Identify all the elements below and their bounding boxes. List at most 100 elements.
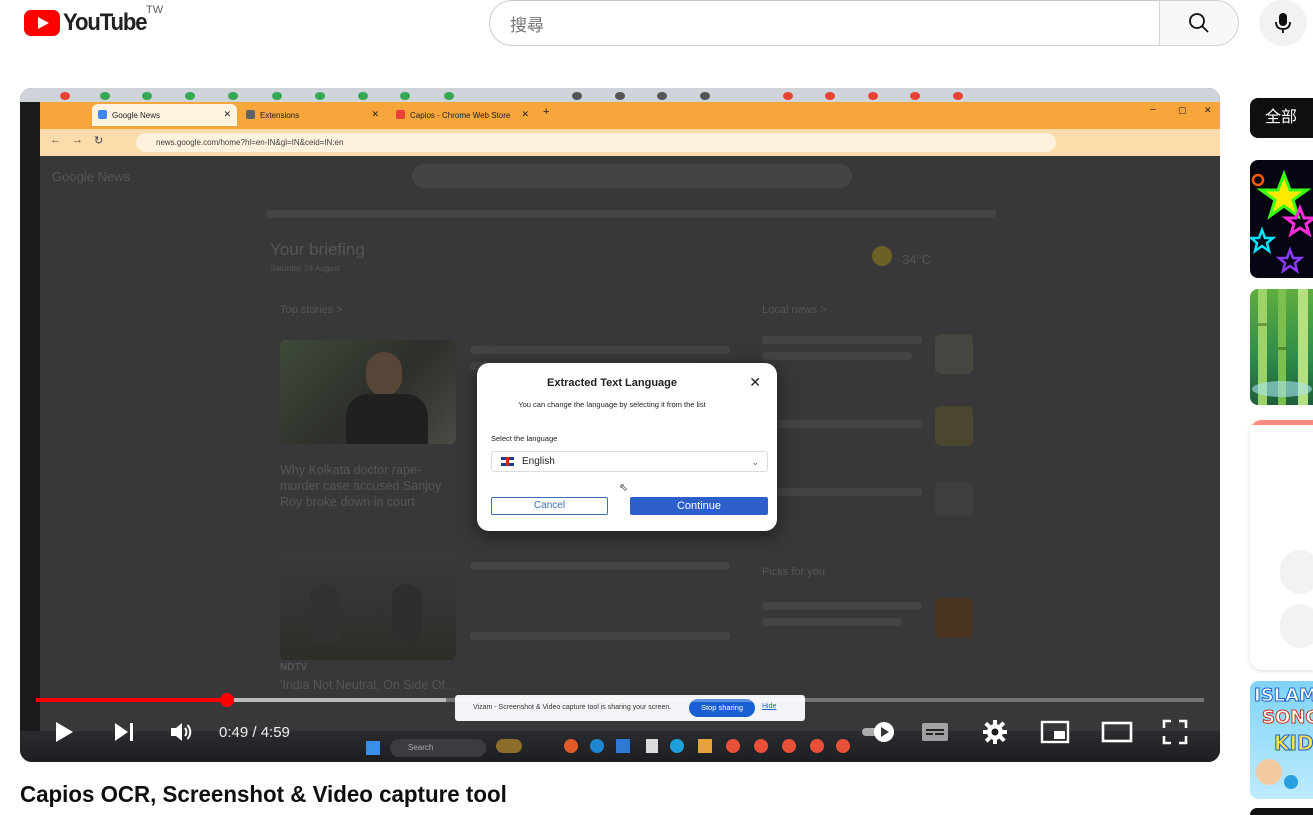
local-story-text xyxy=(762,336,922,344)
close-tab-icon: ✕ xyxy=(223,109,231,119)
youtube-play-logo-icon xyxy=(24,10,60,36)
mute-button[interactable] xyxy=(168,718,196,746)
chevron-down-icon: ⌄ xyxy=(751,457,759,467)
taskbar-chrome-icon xyxy=(836,739,850,753)
picks-heading: Picks for you xyxy=(762,566,825,578)
recommended-thumbnail[interactable] xyxy=(1250,160,1313,278)
mini-tab-icon xyxy=(142,92,152,100)
taskbar-app-icon xyxy=(670,739,684,753)
chrome-web-store-favicon xyxy=(396,110,405,119)
settings-button[interactable] xyxy=(980,718,1010,746)
thumb-title-line: KID xyxy=(1274,731,1313,756)
local-story-text xyxy=(762,420,922,428)
continue-button[interactable]: Continue xyxy=(630,497,768,515)
next-button[interactable] xyxy=(110,718,138,746)
recorded-tab-extensions: Extensions ✕ xyxy=(240,104,385,126)
back-icon: ← xyxy=(50,134,61,146)
news-image xyxy=(935,482,973,516)
search-button[interactable] xyxy=(1159,0,1239,46)
video-title: Capios OCR, Screenshot & Video capture t… xyxy=(20,781,507,807)
taskbar-chrome-icon xyxy=(782,739,796,753)
mini-tab-icon xyxy=(272,92,282,100)
taskbar-app-icon xyxy=(616,739,630,753)
theater-mode-button[interactable] xyxy=(1100,718,1134,746)
close-icon[interactable]: ✕ xyxy=(749,374,761,391)
dialog-title: Extracted Text Language xyxy=(547,377,677,389)
new-tab-icon: + xyxy=(543,106,550,118)
autoplay-toggle[interactable] xyxy=(860,718,900,746)
thumb-title-line: SONG xyxy=(1261,707,1313,729)
recommended-thumbnail-edge xyxy=(1250,808,1313,815)
taskbar-chrome-icon xyxy=(754,739,768,753)
news-image xyxy=(935,406,973,446)
mini-tab-icon xyxy=(700,92,710,100)
language-select[interactable]: English ⌄ xyxy=(491,451,768,472)
theater-mode-icon xyxy=(1101,721,1133,743)
recorded-omnibox: news.google.com/home?hl=en-IN&gl=IN&ceid… xyxy=(136,133,1056,152)
mouse-cursor-icon: ⇖ xyxy=(619,482,629,494)
taskbar-app-icon xyxy=(590,739,604,753)
bamboo-image xyxy=(1252,289,1312,405)
story-source: NDTV xyxy=(280,662,308,673)
taskbar-chrome-icon xyxy=(810,739,824,753)
hide-link[interactable]: Hide xyxy=(762,703,776,710)
info-icon xyxy=(1284,775,1298,789)
miniplayer-button[interactable] xyxy=(1040,718,1070,746)
weather-temp: 34°C xyxy=(902,252,932,267)
chip-all[interactable]: 全部 xyxy=(1250,98,1313,138)
pick-story-text xyxy=(762,618,902,626)
fullscreen-button[interactable] xyxy=(1160,718,1190,746)
card-button[interactable] xyxy=(1280,604,1313,648)
cancel-button[interactable]: Cancel xyxy=(491,497,608,515)
recommended-thumbnail[interactable] xyxy=(1250,289,1313,405)
scrubber-handle[interactable] xyxy=(220,693,234,707)
story-text-block xyxy=(470,562,730,570)
card-button[interactable] xyxy=(1280,550,1313,594)
google-news-logo: Google News xyxy=(52,169,131,184)
subtitles-icon xyxy=(922,723,948,741)
local-news-heading: Local news > xyxy=(762,304,827,316)
side-card xyxy=(1250,420,1313,670)
story-headline: 'India Not Neutral, On Side Of... xyxy=(280,678,456,692)
language-dialog: Extracted Text Language ✕ You can change… xyxy=(477,363,777,531)
subtitles-button[interactable] xyxy=(920,718,950,746)
mini-tab-icon xyxy=(358,92,368,100)
top-stories-heading: Top stories > xyxy=(280,304,343,316)
search-input[interactable]: 搜尋 xyxy=(489,0,1160,46)
taskbar-search-text: Search xyxy=(408,743,434,752)
pick-story-text xyxy=(762,602,922,610)
recommended-thumbnail[interactable]: ISLAM SONG KID xyxy=(1250,681,1313,799)
skip-next-icon xyxy=(115,723,133,741)
local-story-text xyxy=(762,352,912,360)
play-button[interactable] xyxy=(50,718,78,746)
uk-flag-icon xyxy=(501,457,514,466)
mini-tab-icon xyxy=(825,92,835,100)
progress-played xyxy=(36,698,227,702)
mini-tab-icon xyxy=(953,92,963,100)
news-image xyxy=(280,340,456,444)
share-message: Vizam - Screenshot & Video capture tool … xyxy=(473,704,672,711)
play-icon xyxy=(56,722,73,742)
mini-tab-icon xyxy=(615,92,625,100)
miniplayer-icon xyxy=(1040,720,1070,744)
youtube-logo[interactable]: YouTube TW xyxy=(24,4,163,38)
story-headline: Why Kolkata doctor rape-murder case accu… xyxy=(280,463,442,509)
windows-start-icon xyxy=(366,741,380,755)
story-text-block xyxy=(470,632,730,640)
briefing-title: Your briefing xyxy=(270,240,365,259)
mini-tab-icon xyxy=(315,92,325,100)
search-placeholder: 搜尋 xyxy=(510,15,544,35)
briefing-date: Saturday 24 August xyxy=(270,264,340,273)
taskbar-app-icon xyxy=(496,739,522,753)
card-accent-bar xyxy=(1250,420,1313,425)
mini-tab-icon xyxy=(657,92,667,100)
mini-tab-icon xyxy=(444,92,454,100)
recorded-tab-label: Capios - Chrome Web Store xyxy=(410,110,511,120)
news-image xyxy=(280,554,456,660)
video-player[interactable]: Google News ✕ Extensions ✕ Capios - Chro… xyxy=(20,88,1220,762)
maximize-icon: ▢ xyxy=(1178,105,1187,115)
taskbar-app-icon xyxy=(698,739,712,753)
autoplay-toggle-icon xyxy=(862,722,894,742)
voice-search-button[interactable] xyxy=(1259,0,1307,46)
microphone-icon xyxy=(1275,13,1291,33)
